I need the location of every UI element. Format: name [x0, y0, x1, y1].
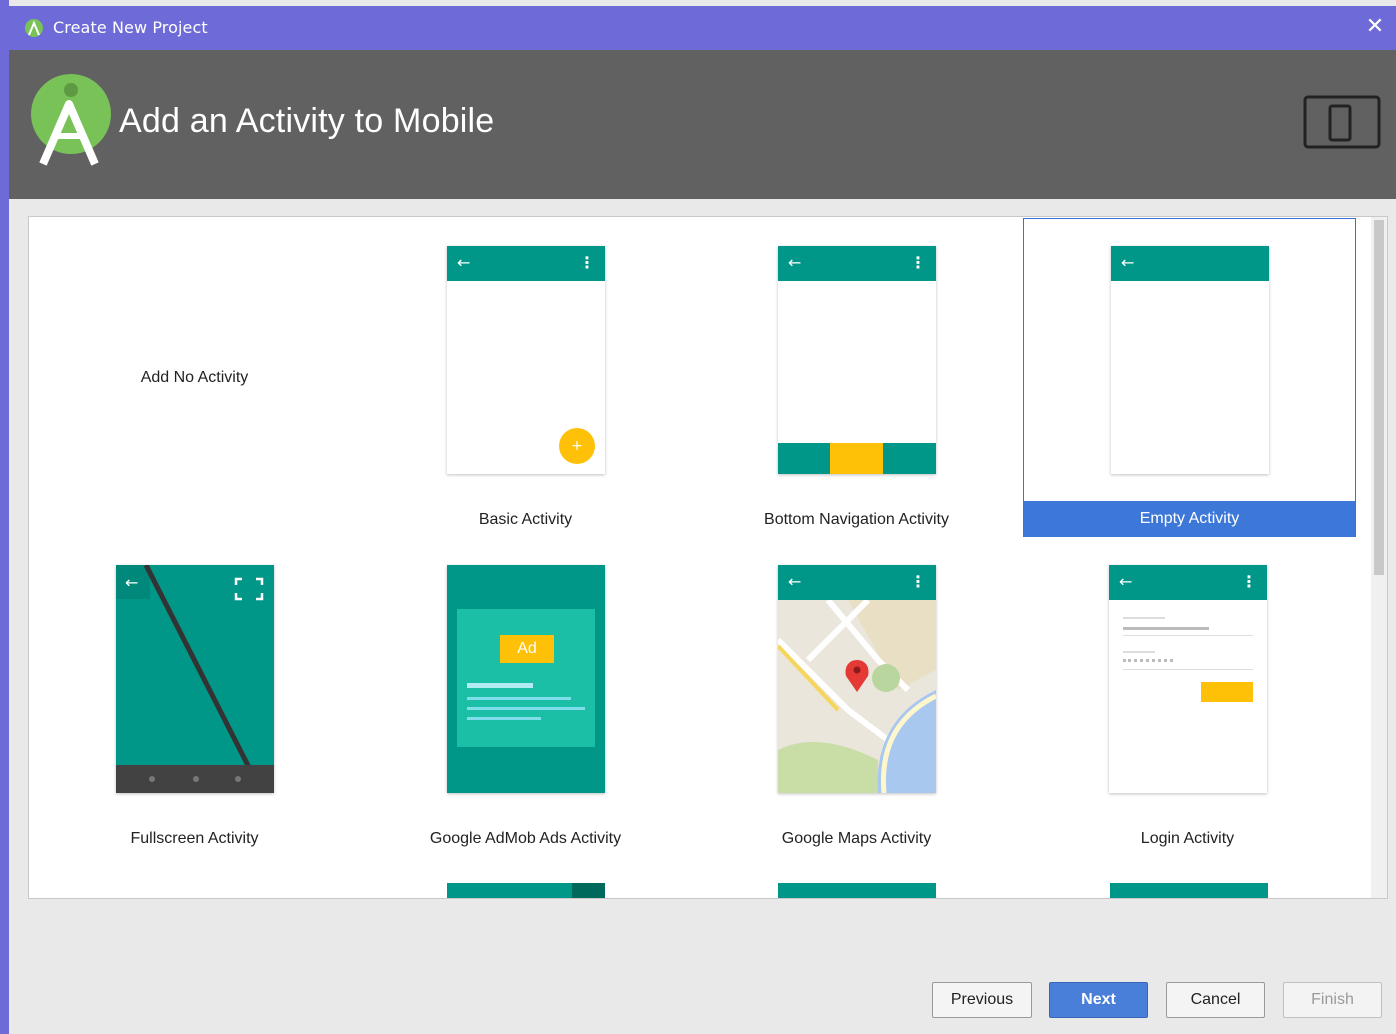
empty-activity-preview: ← — [1111, 246, 1269, 474]
ad-text-line — [467, 707, 585, 710]
tile-label: Google Maps Activity — [781, 830, 932, 847]
email-field-line — [1123, 627, 1209, 630]
tile-basic-activity[interactable]: ← ⋮ + Basic Activity — [360, 217, 691, 534]
close-icon[interactable]: ✕ — [1360, 12, 1390, 42]
tile-label: Basic Activity — [478, 511, 573, 528]
window-left-border — [0, 0, 9, 1034]
ad-text-line — [467, 683, 533, 688]
next-button[interactable]: Next — [1049, 982, 1148, 1018]
tile-label: Google AdMob Ads Activity — [429, 830, 622, 847]
login-activity-preview: ← ⋮ — [1109, 565, 1267, 793]
window-title: Create New Project — [53, 18, 208, 37]
overflow-menu-icon: ⋮ — [910, 253, 926, 272]
basic-activity-preview: ← ⋮ + — [447, 246, 605, 474]
tile-partial-preview[interactable] — [447, 883, 605, 898]
overflow-menu-icon: ⋮ — [1241, 572, 1257, 591]
bottom-nav-bar — [778, 443, 936, 474]
admob-activity-preview: Ad — [447, 565, 605, 793]
app-bar: ← ⋮ — [447, 246, 605, 281]
tile-google-maps-activity[interactable]: ← ⋮ Google Maps Activity — [691, 536, 1022, 853]
ad-badge: Ad — [500, 635, 554, 663]
svg-text:←: ← — [125, 573, 138, 592]
android-studio-icon — [25, 19, 43, 37]
tile-label: Empty Activity — [1139, 510, 1240, 527]
ad-text-line — [467, 697, 571, 700]
back-arrow-icon: ← — [788, 572, 802, 591]
tile-login-activity[interactable]: ← ⋮ Login Activity — [1022, 536, 1353, 853]
activity-gallery[interactable]: Add No Activity ← ⋮ + Basic Activity ← ⋮ — [28, 216, 1388, 899]
tile-label: Login Activity — [1140, 830, 1235, 847]
sign-in-button-preview — [1201, 682, 1253, 702]
tile-partial-preview[interactable] — [1110, 883, 1268, 898]
tile-label: Fullscreen Activity — [130, 830, 259, 847]
back-arrow-icon: ← — [1119, 572, 1133, 591]
tile-label: Bottom Navigation Activity — [764, 511, 949, 528]
password-field-dots — [1123, 659, 1173, 665]
tile-add-no-activity[interactable]: Add No Activity — [29, 217, 360, 534]
tile-bottom-navigation-activity[interactable]: ← ⋮ Bottom Navigation Activity — [691, 217, 1022, 534]
password-field-underline — [1123, 669, 1253, 670]
bottom-navigation-preview: ← ⋮ — [778, 246, 936, 474]
fab-icon: + — [559, 428, 595, 464]
cancel-button[interactable]: Cancel — [1166, 982, 1265, 1018]
previous-button[interactable]: Previous — [932, 982, 1032, 1018]
maps-activity-preview: ← ⋮ — [778, 565, 936, 793]
email-field-placeholder — [1123, 617, 1165, 619]
android-studio-logo-icon — [31, 74, 111, 166]
ad-card: Ad — [457, 609, 595, 747]
tile-label: Add No Activity — [140, 369, 249, 386]
password-field-placeholder — [1123, 651, 1155, 653]
title-bar: Create New Project ✕ — [9, 6, 1396, 50]
page-title: Add an Activity to Mobile — [119, 102, 495, 140]
fullscreen-activity-preview: ← — [116, 565, 274, 793]
email-field-underline — [1123, 635, 1253, 636]
back-arrow-icon: ← — [1121, 253, 1135, 272]
back-arrow-icon: ← — [457, 253, 471, 272]
finish-button[interactable]: Finish — [1283, 982, 1382, 1018]
tile-empty-activity[interactable]: ← Empty Activity — [1023, 218, 1356, 537]
gallery-scrollbar[interactable] — [1371, 217, 1387, 898]
create-project-window: Create New Project ✕ Add an Activity to … — [0, 0, 1396, 1034]
tile-admob-ads-activity[interactable]: Ad Google AdMob Ads Activity — [360, 536, 691, 853]
scrollbar-thumb[interactable] — [1374, 220, 1384, 575]
ad-text-line — [467, 717, 541, 720]
phone-tablet-icon — [1303, 95, 1381, 149]
wizard-button-bar: Previous Next Cancel Finish — [0, 980, 1396, 1020]
overflow-menu-icon: ⋮ — [579, 253, 595, 272]
map-illustration — [778, 600, 936, 793]
tile-partial-preview[interactable] — [778, 883, 936, 898]
bottom-nav-selected-item — [830, 443, 883, 474]
app-bar: ← — [1111, 246, 1269, 281]
overflow-menu-icon: ⋮ — [910, 572, 926, 591]
partial-dark-corner — [572, 883, 605, 898]
app-bar: ← ⋮ — [778, 565, 936, 600]
app-bar: ← ⋮ — [1109, 565, 1267, 600]
wizard-header: Add an Activity to Mobile — [9, 50, 1396, 199]
back-arrow-icon: ← — [788, 253, 802, 272]
app-bar: ← ⋮ — [778, 246, 936, 281]
tile-fullscreen-activity[interactable]: ← Fullscreen Activity — [29, 536, 360, 853]
